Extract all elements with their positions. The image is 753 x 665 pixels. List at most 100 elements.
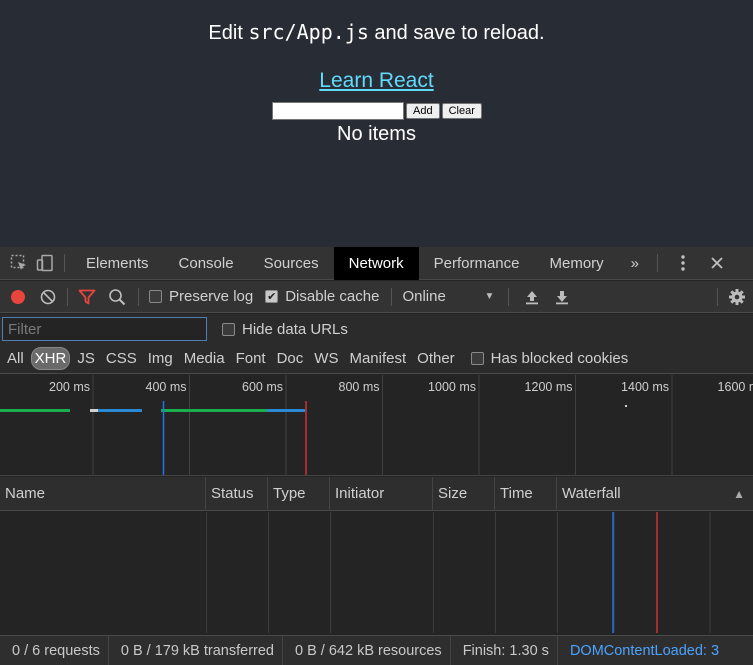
timeline-tick-label: 1000 ms	[428, 380, 476, 394]
hide-data-urls-label: Hide data URLs	[242, 320, 348, 338]
column-header-waterfall[interactable]: Waterfall ▲	[557, 477, 753, 511]
tab-performance[interactable]: Performance	[419, 247, 535, 280]
export-har-icon[interactable]	[549, 280, 575, 313]
clear-button[interactable]: Clear	[441, 103, 482, 119]
blocked-cookies-toggle[interactable]: Has blocked cookies	[470, 350, 628, 367]
timeline-overview[interactable]: 200 ms 400 ms 600 ms 800 ms 1000 ms 1200 ms 14…	[0, 375, 753, 476]
preserve-log-toggle[interactable]: Preserve log	[149, 288, 253, 305]
column-header-status[interactable]: Status	[206, 476, 268, 511]
clear-log-icon[interactable]	[35, 280, 61, 313]
edit-prefix: Edit	[208, 22, 249, 44]
disable-cache-toggle[interactable]: ✔ Disable cache	[265, 288, 379, 305]
devtools-tabbar: Elements Console Sources Network Performance…	[0, 246, 753, 280]
edit-code: src/App.js	[248, 20, 369, 44]
request-table-header: Name Status Type Initiator Size Time Waterfall…	[0, 476, 753, 511]
learn-react-link[interactable]: Learn React	[319, 69, 433, 92]
network-toolbar: Preserve log ✔ Disable cache Online ▼	[0, 281, 753, 313]
throttle-value: Online	[402, 288, 446, 305]
timeline-tick-label: 200 ms	[49, 380, 90, 394]
tabbar-divider	[657, 254, 659, 272]
toolbar-divider	[67, 287, 68, 306]
item-form: Add Clear	[272, 102, 482, 120]
disable-cache-checkbox[interactable]: ✔	[265, 290, 279, 303]
inspect-element-icon[interactable]	[6, 247, 32, 280]
request-bar	[161, 409, 267, 412]
type-filter-doc[interactable]: Doc	[273, 348, 308, 369]
column-header-name[interactable]: Name	[0, 476, 206, 511]
column-label: Waterfall	[562, 485, 621, 502]
filter-icon[interactable]	[74, 280, 100, 313]
request-bar	[267, 409, 305, 412]
tabbar-divider	[64, 254, 65, 272]
hide-data-urls-toggle[interactable]: Hide data URLs	[222, 321, 348, 338]
type-filter-all[interactable]: All	[3, 348, 28, 369]
timeline-tick-label: 1200 ms	[525, 380, 573, 394]
preserve-log-checkbox[interactable]	[149, 290, 162, 303]
finish-time: Finish: 1.30 s	[449, 636, 557, 665]
transferred-size: 0 B / 179 kB transferred	[107, 636, 282, 665]
type-filter-media[interactable]: Media	[180, 348, 229, 369]
type-filter-manifest[interactable]: Manifest	[345, 348, 410, 369]
throttle-select[interactable]: Online ▼	[402, 288, 494, 305]
type-filter-xhr[interactable]: XHR	[30, 347, 71, 370]
disable-cache-label: Disable cache	[285, 288, 380, 305]
type-filter-other[interactable]: Other	[413, 348, 459, 369]
tab-sources[interactable]: Sources	[249, 247, 334, 280]
resource-type-bar: All XHR JS CSS Img Media Font Doc WS Manifest Othe…	[0, 344, 753, 374]
app-root: Edit src/App.js and save to reload. Lear…	[0, 0, 753, 247]
record-icon[interactable]	[5, 280, 31, 313]
edit-instruction: Edit src/App.js and save to reload.	[0, 20, 753, 45]
toolbar-divider	[391, 287, 393, 306]
edit-suffix: and save to reload.	[368, 22, 545, 44]
column-label: Name	[5, 485, 46, 502]
filter-input[interactable]	[2, 317, 207, 341]
timeline-tick-label: 800 ms	[339, 380, 380, 394]
blocked-cookies-checkbox[interactable]	[470, 352, 484, 365]
close-icon[interactable]	[704, 247, 730, 280]
tab-network[interactable]: Network	[333, 246, 419, 280]
column-header-time[interactable]: Time	[495, 476, 557, 511]
type-filter-font[interactable]: Font	[232, 348, 270, 369]
gear-icon[interactable]	[724, 280, 750, 313]
hide-data-urls-checkbox[interactable]	[222, 322, 235, 336]
import-har-icon[interactable]	[519, 280, 545, 313]
tab-console[interactable]: Console	[164, 247, 249, 280]
request-bar	[0, 409, 70, 412]
item-input[interactable]	[272, 102, 404, 120]
tab-list: Elements Console Sources Network Performance…	[71, 246, 619, 280]
timeline-tick-label: 1600 ms	[718, 380, 753, 394]
toolbar-divider	[138, 287, 139, 306]
request-table-grid	[206, 512, 711, 633]
column-label: Size	[438, 485, 468, 502]
type-filter-img[interactable]: Img	[144, 348, 177, 369]
resource-type-list: All XHR JS CSS Img Media Font Doc WS Manifest Othe…	[0, 347, 459, 370]
column-header-size[interactable]: Size	[433, 476, 495, 511]
request-table-body	[0, 512, 753, 633]
more-tabs-button[interactable]: »	[619, 247, 651, 280]
network-status-bar: 0 / 6 requests 0 B / 179 kB transferred …	[0, 635, 753, 665]
tab-elements[interactable]: Elements	[71, 247, 164, 280]
search-icon[interactable]	[104, 280, 130, 313]
add-button[interactable]: Add	[406, 103, 440, 119]
request-bar	[90, 409, 98, 412]
dropdown-arrow-icon: ▼	[484, 291, 495, 302]
tab-memory[interactable]: Memory	[535, 247, 619, 280]
toolbar-divider	[508, 287, 510, 306]
column-header-initiator[interactable]: Initiator	[330, 476, 433, 511]
kebab-menu-icon[interactable]	[670, 247, 696, 280]
device-toolbar-icon[interactable]	[32, 247, 58, 280]
timeline-tick-label: 600 ms	[242, 380, 283, 394]
type-filter-css[interactable]: CSS	[102, 348, 141, 369]
preserve-log-label: Preserve log	[169, 288, 254, 305]
column-label: Time	[500, 485, 533, 502]
sort-ascending-icon[interactable]: ▲	[733, 487, 745, 501]
request-bar	[625, 405, 627, 407]
timeline-tick-label: 1400 ms	[621, 380, 669, 394]
type-filter-js[interactable]: JS	[73, 348, 99, 369]
column-header-type[interactable]: Type	[268, 476, 330, 511]
devtools-panel: Elements Console Sources Network Performance…	[0, 246, 753, 665]
column-label: Status	[211, 485, 254, 502]
request-bar	[98, 409, 142, 412]
type-filter-ws[interactable]: WS	[310, 348, 342, 369]
filter-bar: Hide data URLs	[0, 314, 753, 344]
